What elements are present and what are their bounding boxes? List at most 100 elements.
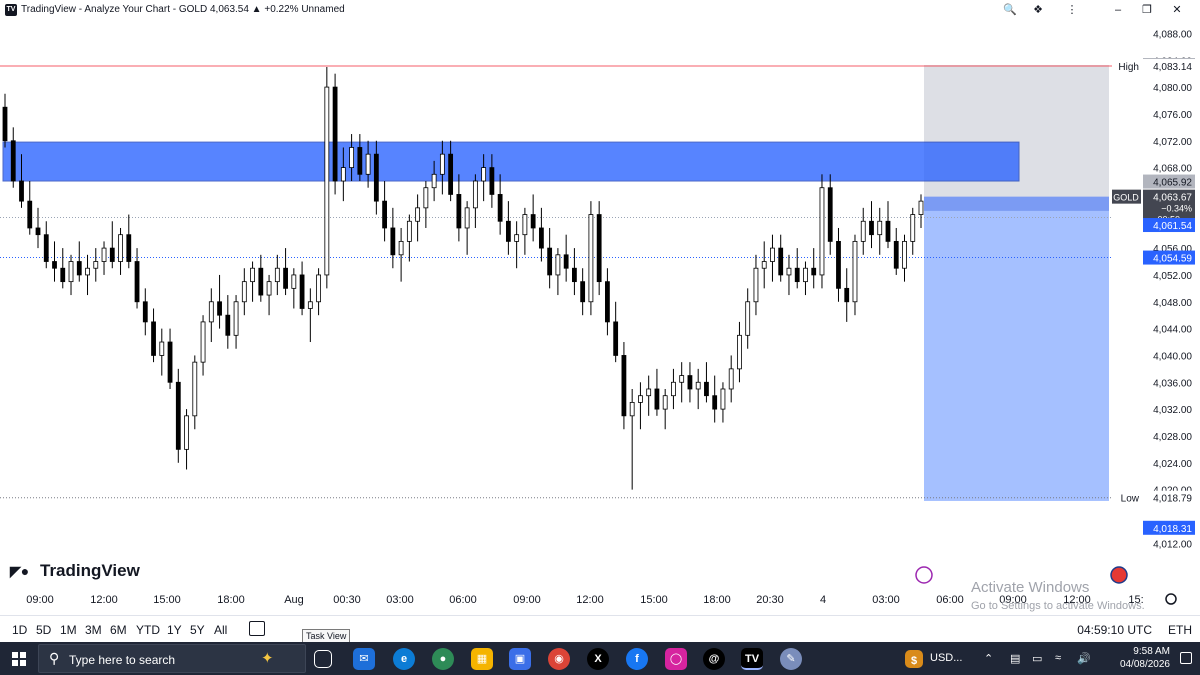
candle-body: [217, 301, 222, 316]
low-value-tag: 4,018.79: [1153, 494, 1192, 505]
candle-body: [241, 281, 247, 303]
candle-body: [431, 173, 437, 189]
range-1m[interactable]: 1M: [60, 623, 77, 637]
activate-windows-subtitle: Go to Settings to activate Windows.: [971, 600, 1145, 612]
threads-icon[interactable]: @: [703, 648, 725, 670]
store-icon[interactable]: ▣: [509, 648, 531, 670]
battery-icon[interactable]: ▭: [1032, 652, 1042, 665]
time-axis-tick: Aug: [284, 594, 304, 606]
candle-body: [35, 227, 41, 236]
currency-widget-icon[interactable]: $: [905, 650, 923, 668]
candle-body: [893, 240, 899, 269]
candle-body: [109, 247, 115, 262]
tray-chevron-icon[interactable]: ⌃: [984, 652, 993, 665]
wifi-icon[interactable]: ≈: [1055, 652, 1061, 664]
candle-body: [580, 281, 586, 303]
candle-body: [869, 220, 874, 236]
candle-body: [885, 220, 891, 242]
price-chart[interactable]: 4,088.004,084.004,080.004,076.004,072.00…: [0, 20, 1200, 615]
task-view-icon[interactable]: [314, 650, 332, 668]
price-axis-tick: 4,076.00: [1153, 110, 1192, 121]
taskbar-search-box[interactable]: ⚲ Type here to search ✦: [38, 644, 306, 673]
candle-body: [390, 227, 396, 256]
restore-icon[interactable]: ❐: [1139, 2, 1155, 18]
candle-body: [439, 153, 445, 175]
price-axis-tick: 4,032.00: [1153, 405, 1192, 416]
chrome-icon[interactable]: ◉: [548, 648, 570, 670]
paint-icon[interactable]: ✎: [780, 648, 802, 670]
candle-body: [175, 381, 181, 450]
utc-clock[interactable]: 04:59:10 UTC: [1077, 623, 1152, 637]
range-all[interactable]: All: [214, 623, 227, 637]
instagram-icon[interactable]: ◯: [665, 648, 687, 670]
chart-pane[interactable]: 4,088.004,084.004,080.004,076.004,072.00…: [0, 20, 1200, 615]
candle-body: [877, 220, 883, 236]
taskbar-clock[interactable]: 9:58 AM 04/08/2026: [1120, 645, 1170, 671]
calendar-icon[interactable]: [249, 621, 265, 636]
us-flag-icon: [1110, 566, 1128, 584]
candle-body: [671, 381, 676, 397]
candle-body: [340, 167, 346, 182]
windows-start-icon[interactable]: [12, 652, 26, 666]
candle-body: [151, 321, 156, 356]
volume-icon[interactable]: 🔊: [1077, 652, 1091, 665]
stop-loss-zone: [924, 65, 1109, 211]
notification-icon[interactable]: [1180, 652, 1192, 664]
time-axis-tick: 06:00: [936, 594, 964, 606]
candle-body: [596, 214, 602, 283]
time-axis-tick: 15:00: [640, 594, 668, 606]
candle-body: [85, 267, 90, 276]
chrome-profile-icon[interactable]: ●: [432, 648, 454, 670]
tray-app-icon[interactable]: ▤: [1010, 652, 1020, 665]
close-icon[interactable]: ✕: [1169, 2, 1185, 18]
file-explorer-icon[interactable]: ▦: [471, 648, 493, 670]
range-3m[interactable]: 3M: [85, 623, 102, 637]
candle-body: [52, 261, 57, 269]
candle-body: [638, 395, 643, 403]
gold-price: 4,063.67: [1153, 193, 1192, 204]
time-axis-tick: 20:30: [756, 594, 784, 606]
mail-icon[interactable]: ✉: [353, 648, 375, 670]
candle-body: [266, 281, 272, 296]
currency-widget[interactable]: USD...: [930, 652, 962, 664]
x-icon[interactable]: X: [587, 648, 609, 670]
candle-body: [299, 274, 305, 309]
range-5d[interactable]: 5D: [36, 623, 51, 637]
time-axis-tick: 15:00: [153, 594, 181, 606]
price-axis-tick: 4,040.00: [1153, 351, 1192, 362]
more-icon[interactable]: ⋮: [1064, 2, 1080, 18]
candle-body: [695, 381, 701, 390]
pin-icon[interactable]: ❖: [1030, 2, 1046, 18]
candle-body: [274, 267, 280, 283]
candle-body: [522, 214, 528, 236]
edge-icon[interactable]: e: [393, 648, 415, 670]
gold-change: −0.34%: [1161, 204, 1192, 214]
time-axis-tick: 00:30: [333, 594, 361, 606]
candle-body: [76, 261, 82, 276]
facebook-icon[interactable]: f: [626, 648, 648, 670]
candle-body: [19, 180, 24, 202]
range-1y[interactable]: 1Y: [167, 623, 182, 637]
session-selector[interactable]: ETH: [1168, 623, 1192, 637]
range-6m[interactable]: 6M: [110, 623, 127, 637]
candle-body: [836, 240, 841, 289]
candle-body: [68, 261, 74, 283]
bottom-toolbar: 1D 5D 1M 3M 6M YTD 1Y 5Y All 04:59:10 UT…: [0, 615, 1200, 642]
zone-top-tag: 4,065.92: [1153, 178, 1192, 189]
candle-body: [60, 267, 66, 283]
zoom-icon[interactable]: 🔍: [1002, 2, 1018, 18]
range-ytd[interactable]: YTD: [136, 623, 160, 637]
range-5y[interactable]: 5Y: [190, 623, 205, 637]
candle-body: [505, 220, 511, 242]
range-1d[interactable]: 1D: [12, 623, 27, 637]
tradingview-taskbar-icon[interactable]: TV: [741, 648, 763, 670]
taskbar-date: 04/08/2026: [1119, 659, 1170, 670]
candle-body: [382, 200, 388, 229]
minimize-icon[interactable]: –: [1110, 2, 1126, 18]
price-axis-tick: 4,068.00: [1153, 164, 1192, 175]
candle-body: [307, 301, 313, 309]
candle-body: [646, 388, 652, 397]
candle-body: [918, 200, 924, 215]
price-axis-tick: 4,088.00: [1153, 29, 1192, 40]
candle-body: [27, 200, 33, 229]
